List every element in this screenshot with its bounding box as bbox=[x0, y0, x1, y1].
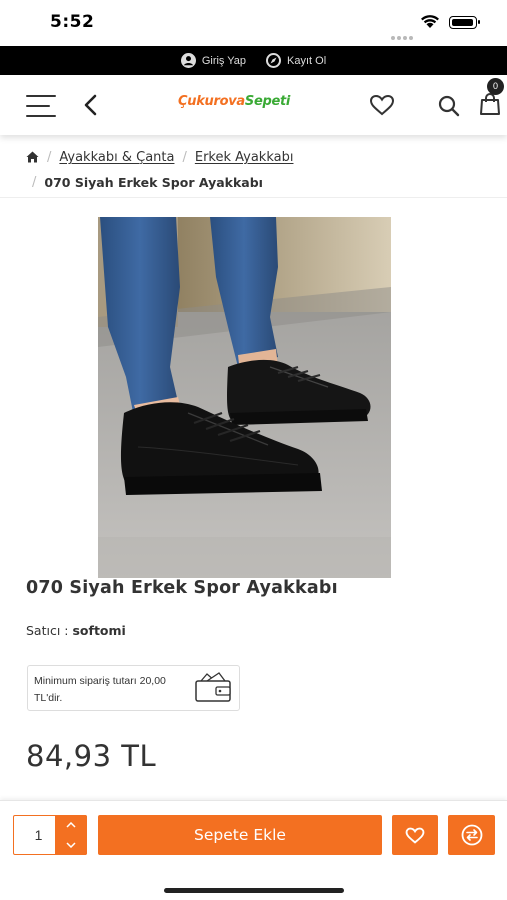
breadcrumb-item-mens-shoes[interactable]: Erkek Ayakkabı bbox=[195, 147, 294, 169]
add-to-cart-button[interactable]: Sepete Ekle bbox=[98, 815, 382, 855]
quantity-increase-button[interactable] bbox=[55, 815, 87, 835]
product-title: 070 Siyah Erkek Spor Ayakkabı bbox=[26, 578, 338, 598]
product-image[interactable] bbox=[98, 217, 391, 578]
chevron-down-icon bbox=[66, 842, 76, 848]
back-icon[interactable] bbox=[80, 93, 102, 117]
home-indicator bbox=[164, 888, 344, 893]
seller-label: Satıcı : bbox=[26, 623, 69, 638]
breadcrumb: / Ayakkabı & Çanta / Erkek Ayakkabı / 07… bbox=[26, 147, 486, 194]
battery-icon bbox=[449, 16, 480, 29]
login-label: Giriş Yap bbox=[201, 54, 247, 67]
logo-part1: Çukurova bbox=[178, 94, 245, 109]
divider bbox=[0, 197, 507, 198]
status-bar: 5:52 bbox=[0, 0, 507, 46]
quantity-decrease-button[interactable] bbox=[55, 835, 87, 855]
min-order-notice: Minimum sipariş tutarı 20,00 TL'dir. bbox=[27, 665, 240, 711]
register-link[interactable]: Kayıt Ol bbox=[266, 53, 326, 68]
menu-icon[interactable] bbox=[26, 95, 56, 118]
compare-button[interactable] bbox=[448, 815, 495, 855]
compass-icon bbox=[266, 53, 282, 68]
chevron-up-icon bbox=[66, 822, 76, 828]
seller-info: Satıcı : softomi bbox=[26, 623, 126, 638]
min-order-text: Minimum sipariş tutarı 20,00 TL'dir. bbox=[34, 675, 166, 704]
seller-name[interactable]: softomi bbox=[72, 623, 125, 638]
breadcrumb-current: 070 Siyah Erkek Spor Ayakkabı bbox=[44, 175, 263, 190]
quantity-stepper bbox=[13, 815, 87, 855]
user-icon bbox=[180, 53, 196, 68]
cart-count-badge: 0 bbox=[487, 78, 504, 95]
status-time: 5:52 bbox=[50, 12, 95, 32]
quantity-stepper-buttons bbox=[55, 815, 87, 855]
signal-icon bbox=[391, 25, 415, 44]
register-label: Kayıt Ol bbox=[287, 54, 327, 67]
wifi-icon bbox=[421, 15, 439, 28]
auth-bar: Giriş Yap Kayıt Ol bbox=[0, 46, 507, 75]
header: ÇukurovaSepeti 0 bbox=[0, 75, 507, 135]
heart-icon bbox=[405, 827, 425, 844]
bottom-action-bar: Sepete Ekle bbox=[0, 800, 507, 900]
compare-icon bbox=[461, 824, 482, 846]
logo-part2: Sepeti bbox=[244, 94, 291, 109]
search-icon[interactable] bbox=[437, 94, 461, 118]
heart-icon[interactable] bbox=[369, 94, 395, 116]
product-price: 84,93 TL bbox=[26, 739, 157, 773]
favorite-button[interactable] bbox=[392, 815, 438, 855]
home-icon[interactable] bbox=[26, 151, 39, 163]
wallet-icon bbox=[195, 672, 231, 702]
logo[interactable]: ÇukurovaSepeti bbox=[178, 94, 290, 109]
shopping-bag-icon[interactable] bbox=[479, 92, 501, 116]
breadcrumb-item-shoes-bags[interactable]: Ayakkabı & Çanta bbox=[59, 147, 174, 169]
login-link[interactable]: Giriş Yap bbox=[180, 53, 247, 68]
